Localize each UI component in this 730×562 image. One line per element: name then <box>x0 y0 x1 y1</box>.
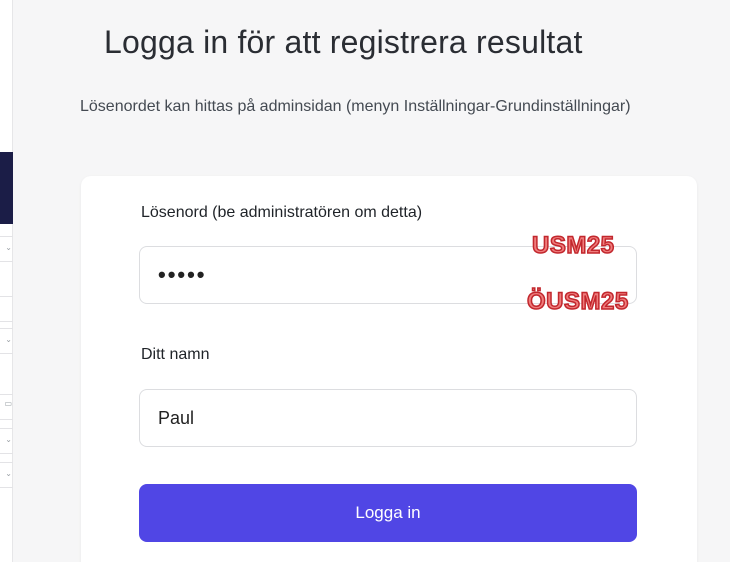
sidebar-fragment: ⌄ ⌄ ▭ ⌄ ⌄ <box>0 0 13 562</box>
login-button[interactable]: Logga in <box>139 484 637 542</box>
sidebar-input-fragment[interactable] <box>0 296 13 322</box>
sidebar-select-fragment[interactable]: ⌄ <box>0 462 13 488</box>
annotation-text: ÖUSM25 <box>526 287 629 316</box>
sidebar-select-fragment[interactable]: ⌄ <box>0 328 13 354</box>
main-content: Logga in för att registrera resultat Lös… <box>14 0 730 562</box>
sidebar-date-fragment[interactable]: ▭ <box>0 394 13 420</box>
password-label: Lösenord (be administratören om detta) <box>141 204 423 221</box>
calendar-icon: ▭ <box>4 399 12 408</box>
name-label: Ditt namn <box>141 346 210 363</box>
page-description: Lösenordet kan hittas på adminsidan (men… <box>80 98 631 115</box>
name-field[interactable] <box>139 389 637 447</box>
chevron-down-icon: ⌄ <box>5 469 12 478</box>
page-title: Logga in för att registrera resultat <box>104 24 583 60</box>
sidebar-select-fragment[interactable]: ⌄ <box>0 236 13 262</box>
sidebar-active-block <box>0 152 13 224</box>
annotation-text: USM25 <box>531 231 615 260</box>
chevron-down-icon: ⌄ <box>5 335 12 344</box>
chevron-down-icon: ⌄ <box>5 243 12 252</box>
chevron-down-icon: ⌄ <box>5 435 12 444</box>
sidebar-select-fragment[interactable]: ⌄ <box>0 428 13 454</box>
